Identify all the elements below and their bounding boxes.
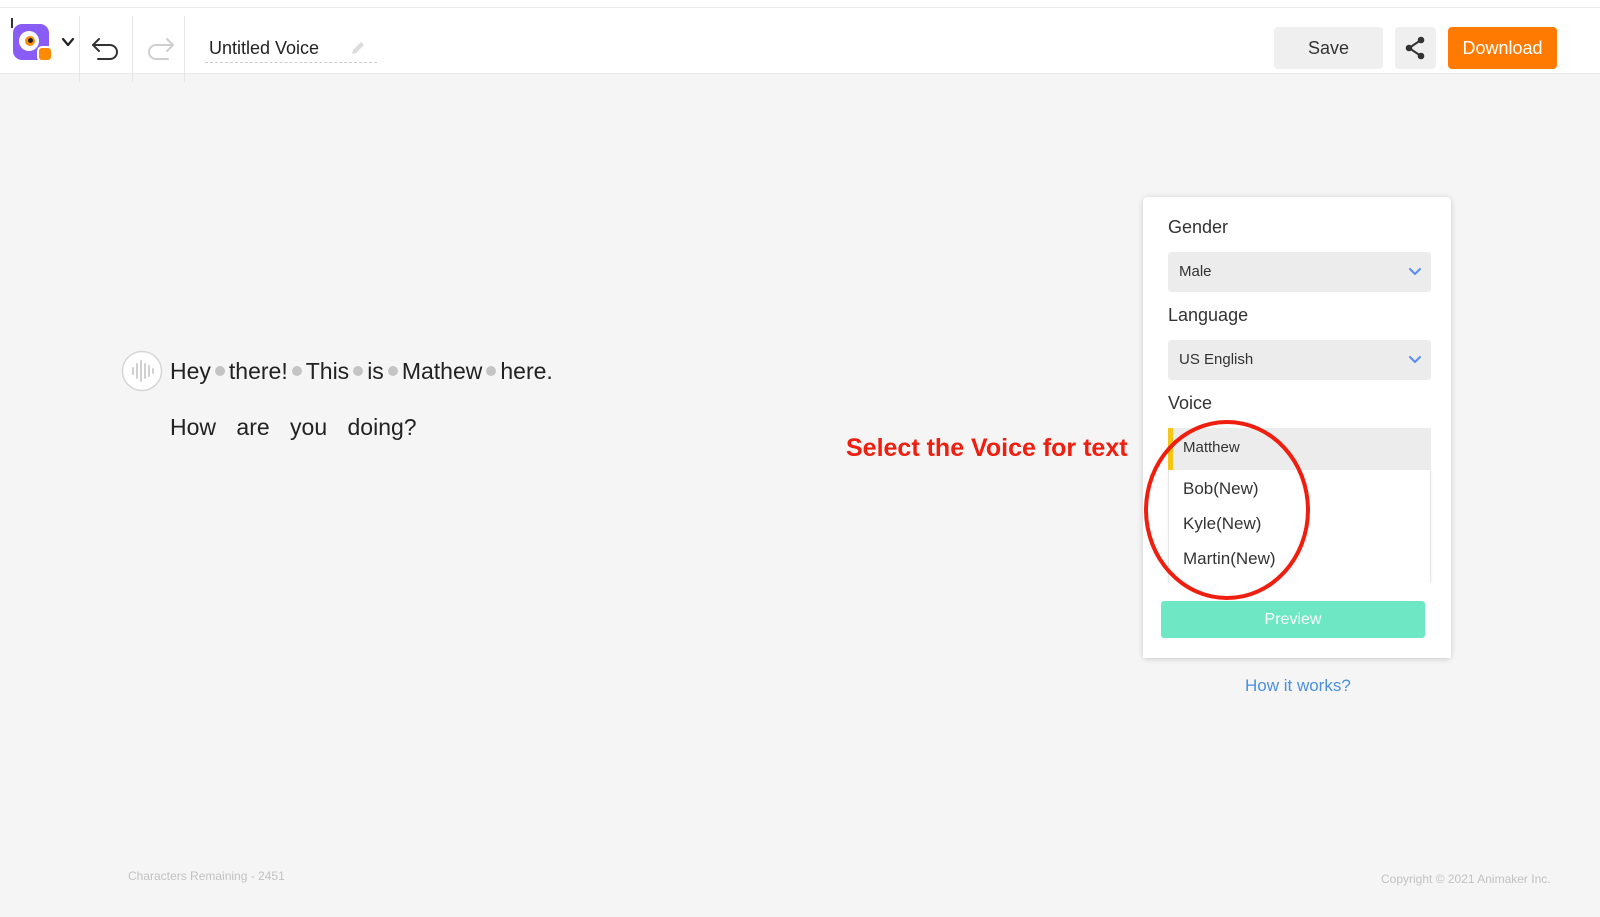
app-menu-button[interactable] xyxy=(10,18,80,64)
chevron-down-icon xyxy=(61,37,75,47)
share-button[interactable] xyxy=(1395,27,1436,69)
script-word: Mathew xyxy=(401,358,483,384)
pencil-icon[interactable] xyxy=(349,39,367,57)
divider xyxy=(132,16,133,82)
undo-icon[interactable] xyxy=(90,34,122,62)
pause-dot xyxy=(353,366,364,377)
language-value: US English xyxy=(1179,351,1254,368)
script-word: Hey xyxy=(170,358,211,384)
pause-dot xyxy=(486,366,497,377)
how-it-works-link[interactable]: How it works? xyxy=(1245,676,1351,696)
chevron-down-icon xyxy=(1409,268,1421,275)
language-label: Language xyxy=(1168,305,1249,325)
title-underline xyxy=(205,62,377,63)
app-logo-icon xyxy=(11,18,53,62)
top-toolbar: Untitled Voice Save Download xyxy=(0,8,1600,82)
pause-dot xyxy=(291,366,302,377)
characters-remaining: Characters Remaining - 2451 xyxy=(128,869,285,883)
panel-footer: Preview xyxy=(1143,583,1451,658)
save-button[interactable]: Save xyxy=(1274,27,1383,69)
language-select[interactable]: US English xyxy=(1168,340,1431,380)
divider xyxy=(79,16,80,82)
script-line-1[interactable]: Hey there! This is Mathew here. xyxy=(170,358,553,385)
voice-label: Voice xyxy=(1168,393,1213,413)
top-strip xyxy=(0,0,1600,8)
gender-label: Gender xyxy=(1168,217,1229,237)
annotation-text: Select the Voice for text xyxy=(846,434,1128,462)
download-button[interactable]: Download xyxy=(1448,27,1557,69)
pause-dot xyxy=(387,366,398,377)
copyright-text: Copyright © 2021 Animaker Inc. xyxy=(1381,872,1551,886)
script-word: there! xyxy=(228,358,288,384)
pause-dot xyxy=(214,366,225,377)
project-title[interactable]: Untitled Voice xyxy=(209,38,319,59)
script-word: here. xyxy=(500,358,553,384)
script-line-2[interactable]: How are you doing? xyxy=(170,414,417,441)
preview-button[interactable]: Preview xyxy=(1161,601,1425,638)
chevron-down-icon xyxy=(1409,356,1421,363)
voice-wave-icon[interactable] xyxy=(121,350,163,392)
divider xyxy=(184,16,185,82)
script-word: This xyxy=(305,358,350,384)
gender-value: Male xyxy=(1179,263,1212,280)
gender-select[interactable]: Male xyxy=(1168,252,1431,292)
share-icon xyxy=(1405,36,1425,60)
script-word: is xyxy=(367,358,384,384)
redo-icon[interactable] xyxy=(144,34,176,62)
highlight-circle xyxy=(1144,420,1310,600)
